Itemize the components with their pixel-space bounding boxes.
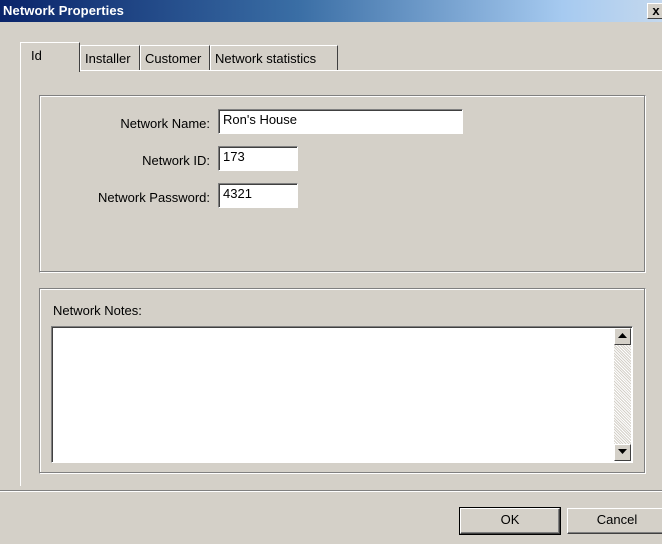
tab-id[interactable]: Id <box>20 42 80 72</box>
network-id-field[interactable]: 173 <box>218 146 298 171</box>
network-id-label: Network ID: <box>142 153 210 168</box>
triangle-up-icon <box>618 333 627 338</box>
network-name-label: Network Name: <box>120 116 210 131</box>
network-name-field[interactable]: Ron's House <box>218 109 463 134</box>
network-password-label: Network Password: <box>98 190 210 205</box>
tab-installer-label: Installer <box>85 51 131 66</box>
tab-customer[interactable]: Customer <box>140 45 210 71</box>
scroll-down-button[interactable] <box>614 444 631 461</box>
cancel-button[interactable]: Cancel <box>567 508 662 534</box>
notes-scrollbar[interactable] <box>614 328 631 461</box>
window-title: Network Properties <box>3 3 125 18</box>
close-icon[interactable]: x <box>647 3 662 19</box>
network-password-field[interactable]: 4321 <box>218 183 298 208</box>
triangle-down-icon <box>618 449 627 454</box>
tab-network-statistics[interactable]: Network statistics <box>210 45 338 71</box>
tab-id-label: Id <box>31 48 42 63</box>
tab-network-statistics-label: Network statistics <box>215 51 317 66</box>
scroll-up-button[interactable] <box>614 328 631 345</box>
tab-installer[interactable]: Installer <box>80 45 140 71</box>
ok-button[interactable]: OK <box>459 507 561 535</box>
tab-customer-label: Customer <box>145 51 202 66</box>
network-notes-textarea[interactable] <box>51 326 633 463</box>
network-notes-label: Network Notes: <box>53 303 142 318</box>
bottom-separator <box>0 490 662 492</box>
title-bar[interactable]: Network Properties x <box>0 0 662 22</box>
